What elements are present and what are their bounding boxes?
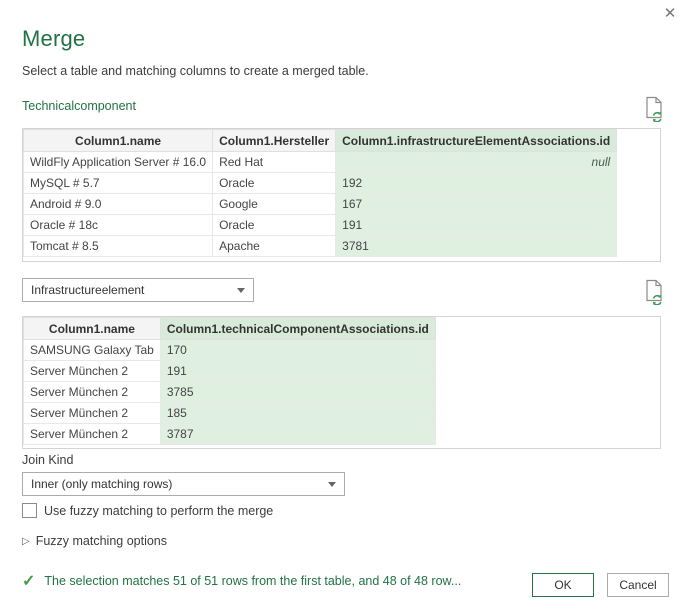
table-cell[interactable]: null — [336, 152, 617, 173]
table-row: Oracle # 18cOracle191 — [24, 215, 617, 236]
table-cell[interactable]: WildFly Application Server # 16.0 — [24, 152, 213, 173]
table-cell[interactable]: 3785 — [160, 382, 435, 403]
table-row: WildFly Application Server # 16.0Red Hat… — [24, 152, 617, 173]
checkmark-icon: ✓ — [22, 571, 35, 591]
table-cell[interactable]: Oracle — [213, 173, 336, 194]
column-header[interactable]: Column1.name — [24, 130, 213, 152]
match-status-text: The selection matches 51 of 51 rows from… — [44, 574, 461, 588]
match-status: ✓ The selection matches 51 of 51 rows fr… — [22, 571, 461, 591]
table-cell[interactable]: 191 — [336, 215, 617, 236]
column-header[interactable]: Column1.name — [24, 318, 161, 340]
table-padding — [23, 445, 660, 449]
fuzzy-options-expander[interactable]: ▷ Fuzzy matching options — [22, 534, 167, 548]
table-row: MySQL # 5.7Oracle192 — [24, 173, 617, 194]
table-row: Android # 9.0Google167 — [24, 194, 617, 215]
ok-button[interactable]: OK — [532, 573, 594, 597]
table-row: Server München 23787 — [24, 424, 436, 445]
fuzzy-options-label: Fuzzy matching options — [36, 534, 167, 548]
join-kind-select[interactable]: Inner (only matching rows) — [22, 472, 345, 496]
table-cell[interactable]: 185 — [160, 403, 435, 424]
table-cell[interactable]: Server München 2 — [24, 361, 161, 382]
table-cell[interactable]: Apache — [213, 236, 336, 257]
dialog-subtitle: Select a table and matching columns to c… — [22, 64, 369, 78]
fuzzy-matching-checkbox[interactable] — [22, 503, 37, 518]
close-icon[interactable]: ✕ — [662, 6, 678, 22]
table-row: SAMSUNG Galaxy Tab170 — [24, 340, 436, 361]
table-cell[interactable]: Red Hat — [213, 152, 336, 173]
refresh-preview-icon-2[interactable] — [644, 279, 664, 310]
table-cell[interactable]: 3787 — [160, 424, 435, 445]
fuzzy-matching-checkbox-row[interactable]: Use fuzzy matching to perform the merge — [22, 503, 273, 518]
second-table-select-value: Infrastructureelement — [31, 283, 144, 297]
cancel-button[interactable]: Cancel — [607, 573, 669, 597]
refresh-preview-icon-1[interactable] — [644, 96, 664, 127]
table-cell[interactable]: 167 — [336, 194, 617, 215]
column-header[interactable]: Column1.infrastructureElementAssociation… — [336, 130, 617, 152]
table-cell[interactable]: SAMSUNG Galaxy Tab — [24, 340, 161, 361]
column-header[interactable]: Column1.Hersteller — [213, 130, 336, 152]
table-cell[interactable]: 170 — [160, 340, 435, 361]
table-cell[interactable]: Tomcat # 8.5 — [24, 236, 213, 257]
join-kind-label: Join Kind — [22, 453, 73, 467]
table-row: Server München 2191 — [24, 361, 436, 382]
table-cell[interactable]: Server München 2 — [24, 424, 161, 445]
first-table-name: Technicalcomponent — [22, 99, 136, 113]
page-title: Merge — [22, 26, 85, 52]
expander-triangle-icon: ▷ — [22, 536, 30, 547]
fuzzy-matching-checkbox-label: Use fuzzy matching to perform the merge — [44, 504, 273, 518]
second-table-select[interactable]: Infrastructureelement — [22, 278, 254, 302]
table-cell[interactable]: 191 — [160, 361, 435, 382]
table: Column1.nameColumn1.HerstellerColumn1.in… — [23, 129, 617, 257]
table-cell[interactable]: Android # 9.0 — [24, 194, 213, 215]
column-header[interactable]: Column1.technicalComponentAssociations.i… — [160, 318, 435, 340]
table: Column1.nameColumn1.technicalComponentAs… — [23, 317, 436, 445]
table-cell[interactable]: Server München 2 — [24, 403, 161, 424]
chevron-down-icon — [328, 482, 336, 487]
second-table-preview: Column1.nameColumn1.technicalComponentAs… — [22, 316, 661, 449]
table-cell[interactable]: Google — [213, 194, 336, 215]
first-table-preview: Column1.nameColumn1.HerstellerColumn1.in… — [22, 128, 661, 262]
table-cell[interactable]: Server München 2 — [24, 382, 161, 403]
table-cell[interactable]: 3781 — [336, 236, 617, 257]
table-row: Server München 2185 — [24, 403, 436, 424]
table-row: Tomcat # 8.5Apache3781 — [24, 236, 617, 257]
table-cell[interactable]: Oracle # 18c — [24, 215, 213, 236]
table-cell[interactable]: MySQL # 5.7 — [24, 173, 213, 194]
join-kind-select-value: Inner (only matching rows) — [31, 477, 172, 491]
chevron-down-icon — [237, 288, 245, 293]
table-padding — [23, 257, 660, 262]
merge-dialog: { "dialog": { "title": "Merge", "subtitl… — [0, 0, 688, 615]
table-row: Server München 23785 — [24, 382, 436, 403]
table-cell[interactable]: Oracle — [213, 215, 336, 236]
table-cell[interactable]: 192 — [336, 173, 617, 194]
